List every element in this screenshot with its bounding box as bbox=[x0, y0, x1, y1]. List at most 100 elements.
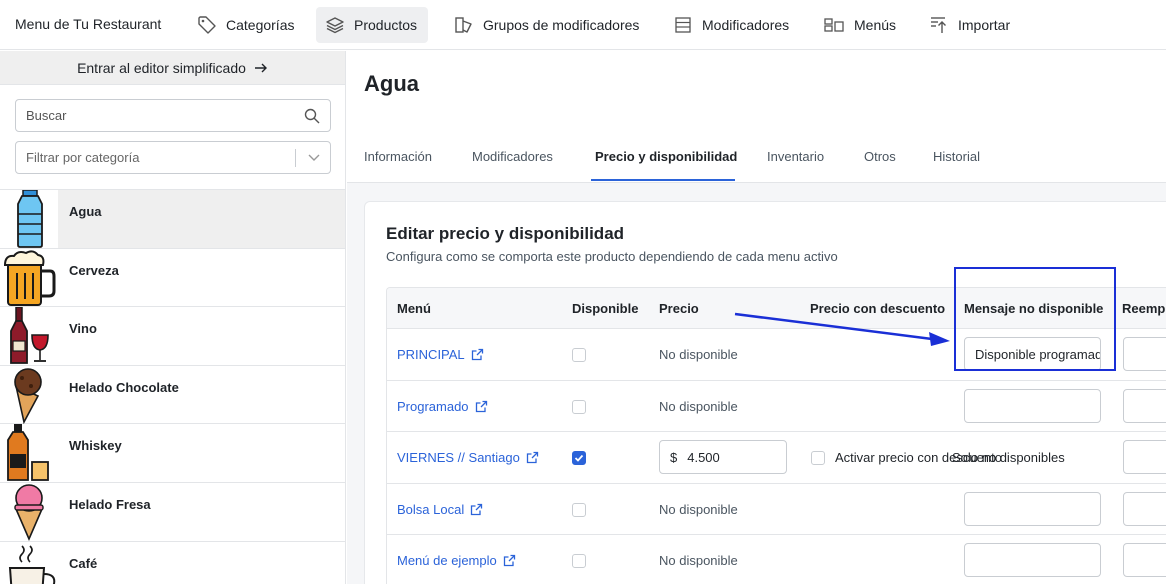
product-name: Vino bbox=[69, 321, 97, 337]
unavailable-message-input[interactable] bbox=[964, 491, 1101, 526]
external-link-icon bbox=[526, 451, 538, 464]
strawberry-ice-cream-icon bbox=[14, 484, 44, 541]
nav-item-importar[interactable]: Importar bbox=[920, 7, 1019, 43]
table-row: PRINCIPAL No disponible Disponible progr… bbox=[387, 329, 1166, 381]
replacement-input[interactable] bbox=[1123, 388, 1166, 423]
column-header: Precio con descuento bbox=[810, 301, 946, 316]
search-icon bbox=[304, 108, 320, 123]
price-status: No disponible bbox=[659, 398, 738, 414]
menu-link-menu-de-ejemplo[interactable]: Menú de ejemplo bbox=[397, 553, 516, 568]
available-checkbox[interactable] bbox=[572, 451, 586, 465]
price-status: No disponible bbox=[659, 347, 738, 362]
whiskey-icon bbox=[7, 424, 49, 482]
product-item-whiskey[interactable]: Whiskey bbox=[0, 424, 345, 483]
tab-inventario[interactable]: Inventario bbox=[767, 149, 824, 164]
coffee-cup-icon bbox=[8, 544, 56, 584]
nav-item-menus[interactable]: Menús bbox=[814, 7, 905, 43]
chocolate-ice-cream-icon bbox=[14, 367, 42, 424]
product-sidebar: Entrar al editor simplificado Buscar Fil… bbox=[0, 51, 346, 584]
tab-historial[interactable]: Historial bbox=[933, 149, 980, 164]
unavailable-message-input[interactable] bbox=[964, 543, 1101, 577]
external-link-icon bbox=[503, 554, 515, 567]
product-name: Agua bbox=[69, 204, 102, 219]
product-item-cerveza[interactable]: Cerveza bbox=[0, 249, 345, 308]
product-item-agua[interactable]: Agua bbox=[0, 190, 345, 249]
external-link-icon bbox=[471, 503, 483, 515]
arrow-right-icon bbox=[254, 63, 267, 72]
nav-label: Modificadores bbox=[702, 17, 790, 33]
available-checkbox[interactable] bbox=[572, 348, 586, 362]
tab-otros[interactable]: Otros bbox=[864, 149, 896, 164]
wine-icon bbox=[10, 307, 49, 365]
available-checkbox[interactable] bbox=[572, 399, 586, 414]
layers-icon bbox=[326, 17, 344, 34]
nav-label: Menús bbox=[854, 17, 897, 33]
nav-item-productos[interactable]: Productos bbox=[316, 7, 428, 43]
category-filter-select[interactable]: Filtrar por categoría bbox=[15, 141, 331, 174]
product-item-vino[interactable]: Vino bbox=[0, 307, 345, 366]
only-unavailable-label: Solo no disponibles bbox=[952, 450, 1065, 465]
column-header: Reempl bbox=[1122, 301, 1166, 316]
nav-item-modificadores[interactable]: Modificadores bbox=[664, 7, 798, 43]
filter-placeholder: Filtrar por categoría bbox=[26, 150, 140, 165]
menu-link-programado[interactable]: Programado bbox=[397, 399, 488, 414]
column-header: Disponible bbox=[572, 301, 639, 316]
import-icon bbox=[931, 17, 946, 33]
nav-label: Importar bbox=[958, 17, 1011, 33]
replacement-input[interactable] bbox=[1123, 543, 1166, 577]
search-input[interactable]: Buscar bbox=[15, 99, 331, 132]
card-subtitle: Configura como se comporta este producto… bbox=[386, 249, 838, 264]
replacement-input[interactable] bbox=[1123, 491, 1166, 526]
tab-modificadores[interactable]: Modificadores bbox=[472, 149, 553, 164]
product-header: Agua Información Modificadores Precio y … bbox=[347, 51, 1166, 183]
menu-link-principal[interactable]: PRINCIPAL bbox=[397, 347, 484, 362]
product-list: Agua Cerveza Vino Helado Chocolate Whisk… bbox=[0, 189, 345, 584]
checkmark-icon bbox=[574, 454, 584, 462]
chevron-down-icon bbox=[308, 154, 320, 161]
product-name: Cerveza bbox=[69, 262, 119, 278]
table-row: Programado No disponible bbox=[387, 381, 1166, 432]
replacement-input[interactable] bbox=[1123, 337, 1166, 371]
menu-link-bolsa-local[interactable]: Bolsa Local bbox=[397, 502, 483, 517]
price-status: No disponible bbox=[659, 553, 738, 568]
menu-price-table: Menú Disponible Precio Precio con descue… bbox=[386, 287, 1166, 584]
unavailable-message-input[interactable]: Disponible programado bbox=[964, 337, 1101, 371]
tab-precio-disponibilidad[interactable]: Precio y disponibilidad bbox=[595, 149, 737, 164]
price-input[interactable]: $ 4.500 bbox=[659, 440, 787, 474]
table-header: Menú Disponible Precio Precio con descue… bbox=[387, 288, 1166, 329]
nav-item-categorias[interactable]: Categorías bbox=[188, 7, 303, 43]
product-item-cafe[interactable]: Café bbox=[0, 542, 345, 584]
menu-name: PRINCIPAL bbox=[397, 347, 465, 362]
product-name: Café bbox=[69, 555, 98, 571]
unavailable-message-input[interactable] bbox=[964, 388, 1101, 423]
available-checkbox[interactable] bbox=[572, 554, 586, 568]
brand-name[interactable]: Menu de Tu Restaurant bbox=[15, 16, 161, 32]
price-status: No disponible bbox=[659, 501, 738, 517]
search-placeholder: Buscar bbox=[26, 108, 67, 123]
price-value: 4.500 bbox=[687, 449, 720, 465]
menu-name: Menú de ejemplo bbox=[397, 553, 497, 568]
table-row: Bolsa Local No disponible bbox=[387, 484, 1166, 535]
active-tab-indicator bbox=[591, 179, 735, 181]
replacement-input[interactable] bbox=[1123, 440, 1166, 474]
discount-checkbox[interactable] bbox=[811, 451, 825, 465]
menu-name: Programado bbox=[397, 398, 469, 414]
simplified-editor-button[interactable]: Entrar al editor simplificado bbox=[0, 51, 345, 85]
available-checkbox[interactable] bbox=[572, 502, 586, 517]
product-item-helado-chocolate[interactable]: Helado Chocolate bbox=[0, 366, 345, 425]
nav-item-grupos-modificadores[interactable]: Grupos de modificadores bbox=[445, 7, 648, 43]
external-link-icon bbox=[471, 348, 483, 361]
tag-icon bbox=[198, 16, 216, 34]
price-availability-card: Editar precio y disponibilidad Configura… bbox=[364, 201, 1166, 584]
filter-separator bbox=[295, 148, 296, 167]
table-row: VIERNES // Santiago $ 4.500 Activar prec… bbox=[387, 432, 1166, 484]
menu-name: VIERNES // Santiago bbox=[397, 450, 520, 465]
column-header: Mensaje no disponible bbox=[964, 301, 1104, 316]
tab-informacion[interactable]: Información bbox=[364, 149, 432, 164]
menu-link-viernes-santiago[interactable]: VIERNES // Santiago bbox=[397, 450, 539, 465]
currency-symbol: $ bbox=[670, 449, 678, 465]
column-header: Menú bbox=[397, 301, 431, 316]
product-item-helado-fresa[interactable]: Helado Fresa bbox=[0, 483, 345, 542]
product-name: Helado Fresa bbox=[69, 496, 151, 512]
card-title: Editar precio y disponibilidad bbox=[386, 224, 625, 243]
